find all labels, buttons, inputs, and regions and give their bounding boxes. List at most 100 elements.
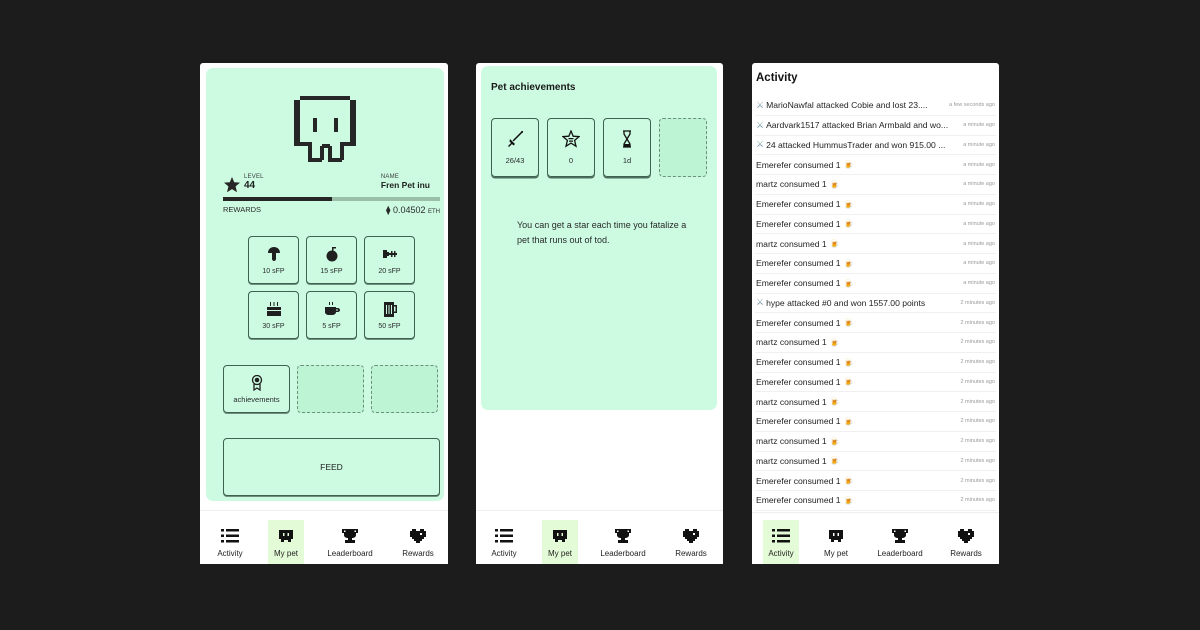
bottom-nav: Activity My pet Leaderboard Rewards bbox=[752, 512, 999, 564]
activity-timestamp: 2 minutes ago bbox=[960, 339, 995, 346]
activity-message: Aardvark1517 attacked Brian Armbald and … bbox=[766, 120, 949, 131]
activity-row: Emerefer consumed 1 🍺 2 minutes ago bbox=[755, 471, 996, 491]
achievement-value: 26/43 bbox=[505, 156, 525, 165]
activity-message: martz consumed 1 bbox=[756, 455, 827, 466]
activity-timestamp: 2 minutes ago bbox=[960, 418, 995, 425]
nav-label: Leaderboard bbox=[327, 549, 373, 558]
activity-message: 24 attacked HummusTrader and won 915.00 … bbox=[766, 139, 946, 150]
activity-row: Emerefer consumed 1 🍺 a minute ago bbox=[755, 195, 996, 215]
feed-button[interactable]: FEED bbox=[223, 438, 440, 496]
activity-timestamp: 2 minutes ago bbox=[960, 319, 995, 326]
food-button-cake[interactable]: 30 sFP bbox=[248, 291, 299, 339]
nav-label: Leaderboard bbox=[600, 549, 646, 558]
activity-timestamp: a minute ago bbox=[963, 280, 995, 287]
nav-rewards[interactable]: Rewards bbox=[673, 520, 709, 564]
food-button-mushroom[interactable]: 10 sFP bbox=[248, 236, 299, 284]
food-item-icon: 🍺 bbox=[843, 377, 854, 387]
achievement-kills[interactable]: 26/43 bbox=[491, 118, 539, 177]
activity-list: ⚔ MarioNawfal attacked Cobie and lost 23.… bbox=[755, 96, 996, 511]
activity-text: Emerefer consumed 1 🍺 bbox=[756, 377, 854, 387]
achievements-label: achievements bbox=[233, 394, 280, 404]
activity-message: martz consumed 1 bbox=[756, 436, 827, 447]
nav-my-pet[interactable]: My pet bbox=[542, 520, 578, 564]
food-price: 50 sFP bbox=[378, 322, 401, 330]
sword-icon bbox=[508, 131, 523, 147]
nav-activity[interactable]: Activity bbox=[212, 520, 248, 564]
food-button-fish[interactable]: 20 sFP bbox=[364, 236, 415, 284]
activity-text: martz consumed 1 🍺 bbox=[756, 456, 840, 466]
nav-rewards[interactable]: Rewards bbox=[948, 520, 984, 564]
food-item-icon: 🍺 bbox=[829, 397, 840, 407]
activity-row: Emerefer consumed 1 🍺 2 minutes ago bbox=[755, 373, 996, 393]
trophy-icon bbox=[892, 529, 908, 543]
food-item-icon: 🍺 bbox=[843, 278, 854, 288]
pet-icon bbox=[279, 530, 293, 542]
heart-icon bbox=[683, 529, 699, 543]
achievement-stars[interactable]: 0 bbox=[547, 118, 595, 177]
activity-row: martz consumed 1 🍺 2 minutes ago bbox=[755, 432, 996, 452]
achievement-value: 1d bbox=[622, 156, 632, 165]
pet-panel: LEVEL 44 NAME Fren Pet inu REWARDS ⧫ 0.0… bbox=[206, 68, 444, 501]
apple-icon bbox=[326, 246, 337, 261]
activity-text: martz consumed 1 🍺 bbox=[756, 436, 840, 446]
activity-row: ⚔ Aardvark1517 attacked Brian Armbald and… bbox=[755, 116, 996, 136]
activity-row: martz consumed 1 🍺 a minute ago bbox=[755, 234, 996, 254]
activity-message: Emerefer consumed 1 bbox=[756, 199, 841, 210]
activity-text: Emerefer consumed 1 🍺 bbox=[756, 278, 854, 288]
activity-text: ⚔ Aardvark1517 attacked Brian Armbald and… bbox=[756, 120, 948, 131]
food-button-beer[interactable]: 50 sFP bbox=[364, 291, 415, 339]
activity-text: Emerefer consumed 1 🍺 bbox=[756, 199, 854, 209]
activity-message: Emerefer consumed 1 bbox=[756, 416, 841, 427]
activity-timestamp: 2 minutes ago bbox=[960, 477, 995, 484]
nav-label: Activity bbox=[217, 549, 243, 558]
nav-leaderboard[interactable]: Leaderboard bbox=[600, 520, 646, 564]
activity-timestamp: 2 minutes ago bbox=[960, 457, 995, 464]
pet-icon bbox=[829, 530, 843, 542]
pet-icon bbox=[553, 530, 567, 542]
food-item-icon: 🍺 bbox=[829, 239, 840, 249]
food-item-icon: 🍺 bbox=[829, 179, 840, 189]
nav-my-pet[interactable]: My pet bbox=[268, 520, 304, 564]
nav-activity[interactable]: Activity bbox=[763, 520, 799, 564]
nav-label: My pet bbox=[547, 549, 572, 558]
activity-text: ⚔ MarioNawfal attacked Cobie and lost 23.… bbox=[756, 100, 928, 111]
activity-timestamp: a minute ago bbox=[963, 240, 995, 247]
food-item-icon: 🍺 bbox=[843, 476, 854, 486]
activity-row: Emerefer consumed 1 🍺 2 minutes ago bbox=[755, 491, 996, 511]
food-item-icon: 🍺 bbox=[829, 436, 840, 446]
food-button-apple[interactable]: 15 sFP bbox=[306, 236, 357, 284]
activity-text: ⚔ 24 attacked HummusTrader and won 915.00… bbox=[756, 139, 945, 150]
level-value: 44 bbox=[244, 180, 256, 191]
activity-timestamp: a minute ago bbox=[963, 161, 995, 168]
activity-text: Emerefer consumed 1 🍺 bbox=[756, 357, 854, 367]
nav-label: My pet bbox=[823, 549, 848, 558]
activity-screen: Activity ⚔ MarioNawfal attacked Cobie and… bbox=[752, 63, 999, 564]
activity-timestamp: 2 minutes ago bbox=[960, 398, 995, 405]
achievement-age[interactable]: 1d bbox=[603, 118, 651, 177]
nav-rewards[interactable]: Rewards bbox=[400, 520, 436, 564]
nav-leaderboard[interactable]: Leaderboard bbox=[877, 520, 923, 564]
nav-label: My pet bbox=[273, 549, 298, 558]
food-item-icon: 🍺 bbox=[829, 456, 840, 466]
activity-timestamp: a minute ago bbox=[963, 201, 995, 208]
nav-label: Leaderboard bbox=[877, 549, 923, 558]
activity-message: martz consumed 1 bbox=[756, 337, 827, 348]
eth-icon: ⧫ bbox=[385, 205, 391, 215]
activity-text: martz consumed 1 🍺 bbox=[756, 239, 840, 249]
activity-row: martz consumed 1 🍺 2 minutes ago bbox=[755, 392, 996, 412]
food-button-coffee[interactable]: 5 sFP bbox=[306, 291, 357, 339]
achievements-button[interactable]: achievements bbox=[223, 365, 290, 413]
empty-slot bbox=[297, 365, 364, 413]
activity-timestamp: 2 minutes ago bbox=[960, 359, 995, 366]
bottom-nav: Activity My pet Leaderboard Rewards bbox=[200, 510, 448, 564]
nav-my-pet[interactable]: My pet bbox=[818, 520, 854, 564]
activity-message: martz consumed 1 bbox=[756, 238, 827, 249]
nav-leaderboard[interactable]: Leaderboard bbox=[327, 520, 373, 564]
activity-timestamp: 2 minutes ago bbox=[960, 378, 995, 385]
activity-row: Emerefer consumed 1 🍺 2 minutes ago bbox=[755, 412, 996, 432]
activity-row: martz consumed 1 🍺 a minute ago bbox=[755, 175, 996, 195]
activity-text: Emerefer consumed 1 🍺 bbox=[756, 476, 854, 486]
activity-row: Emerefer consumed 1 🍺 2 minutes ago bbox=[755, 353, 996, 373]
trophy-icon bbox=[615, 529, 631, 543]
nav-activity[interactable]: Activity bbox=[486, 520, 522, 564]
